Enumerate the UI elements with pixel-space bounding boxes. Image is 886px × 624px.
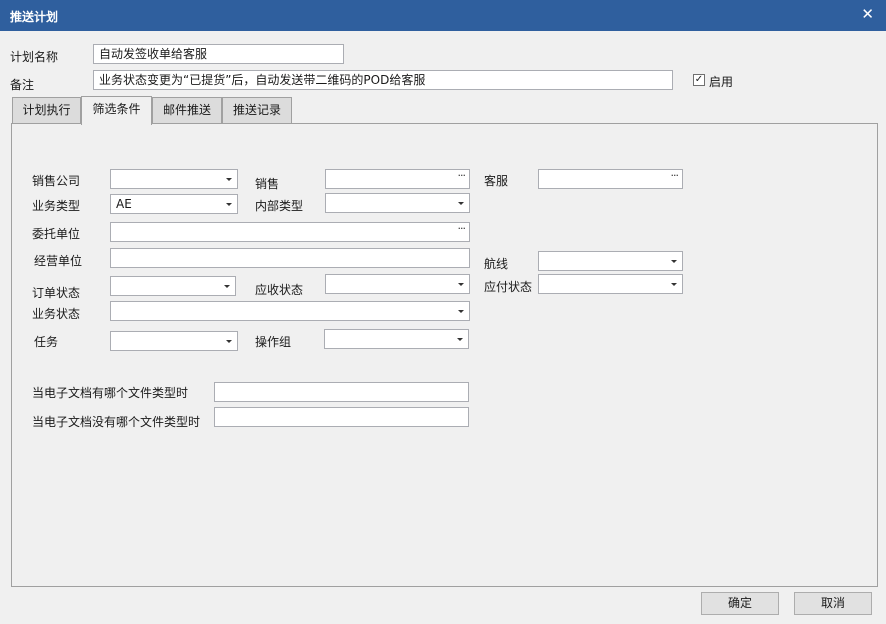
ok-button[interactable]: 确定: [701, 592, 779, 615]
chevron-down-icon[interactable]: [224, 285, 230, 288]
plan-name-input[interactable]: 自动发签收单给客服: [93, 44, 344, 64]
doc-has-type-label: 当电子文档有哪个文件类型时: [32, 386, 189, 400]
title-bar: 推送计划 ✕: [0, 0, 886, 31]
business-status-label: 业务状态: [32, 307, 81, 321]
consignor-picker[interactable]: ···: [110, 222, 470, 242]
ellipsis-icon[interactable]: ···: [458, 220, 466, 238]
route-label: 航线: [484, 257, 509, 271]
order-status-label: 订单状态: [32, 286, 81, 300]
operating-unit-input[interactable]: [110, 248, 470, 268]
enable-label: 启用: [709, 75, 734, 89]
ellipsis-icon[interactable]: ···: [671, 167, 679, 185]
receivable-status-select[interactable]: [325, 274, 470, 294]
route-select[interactable]: [538, 251, 683, 271]
business-type-value: AE: [116, 197, 132, 211]
close-icon[interactable]: ✕: [861, 6, 874, 22]
plan-name-label: 计划名称: [10, 50, 59, 64]
sales-picker[interactable]: ···: [325, 169, 470, 189]
tab-plan-execution[interactable]: 计划执行: [12, 97, 81, 124]
operation-group-label: 操作组: [255, 335, 292, 349]
remark-label: 备注: [10, 78, 35, 92]
payable-status-select[interactable]: [538, 274, 683, 294]
doc-missing-type-input[interactable]: [214, 407, 469, 427]
chevron-down-icon[interactable]: [457, 338, 463, 341]
chevron-down-icon[interactable]: [671, 260, 677, 263]
chevron-down-icon[interactable]: [671, 283, 677, 286]
chevron-down-icon[interactable]: [226, 340, 232, 343]
order-status-select[interactable]: [110, 276, 236, 296]
business-type-label: 业务类型: [32, 199, 81, 213]
task-label: 任务: [34, 335, 59, 349]
tab-push-records[interactable]: 推送记录: [222, 97, 292, 124]
operating-unit-label: 经营单位: [34, 254, 83, 268]
sales-company-label: 销售公司: [32, 174, 81, 188]
consignor-label: 委托单位: [32, 227, 81, 241]
ellipsis-icon[interactable]: ···: [458, 167, 466, 185]
window-title: 推送计划: [10, 10, 59, 24]
doc-has-type-input[interactable]: [214, 382, 469, 402]
doc-missing-type-label: 当电子文档没有哪个文件类型时: [32, 415, 201, 429]
business-status-select[interactable]: [110, 301, 470, 321]
internal-type-select[interactable]: [325, 193, 470, 213]
chevron-down-icon[interactable]: [458, 310, 464, 313]
cancel-button[interactable]: 取消: [794, 592, 872, 615]
business-type-select[interactable]: AE: [110, 194, 238, 214]
chevron-down-icon[interactable]: [458, 283, 464, 286]
sales-label: 销售: [255, 177, 280, 191]
sales-company-select[interactable]: [110, 169, 238, 189]
internal-type-label: 内部类型: [255, 199, 304, 213]
remark-input[interactable]: 业务状态变更为“已提货”后，自动发送带二维码的POD给客服: [93, 70, 673, 90]
tab-email-push[interactable]: 邮件推送: [152, 97, 222, 124]
tab-filter-conditions[interactable]: 筛选条件: [81, 96, 152, 125]
customer-service-label: 客服: [484, 174, 509, 188]
payable-status-label: 应付状态: [484, 280, 533, 294]
receivable-status-label: 应收状态: [255, 283, 304, 297]
checkbox-check-icon[interactable]: ✓: [693, 74, 705, 86]
customer-service-picker[interactable]: ···: [538, 169, 683, 189]
chevron-down-icon[interactable]: [226, 178, 232, 181]
chevron-down-icon[interactable]: [226, 203, 232, 206]
task-select[interactable]: [110, 331, 238, 351]
chevron-down-icon[interactable]: [458, 202, 464, 205]
operation-group-select[interactable]: [324, 329, 469, 349]
